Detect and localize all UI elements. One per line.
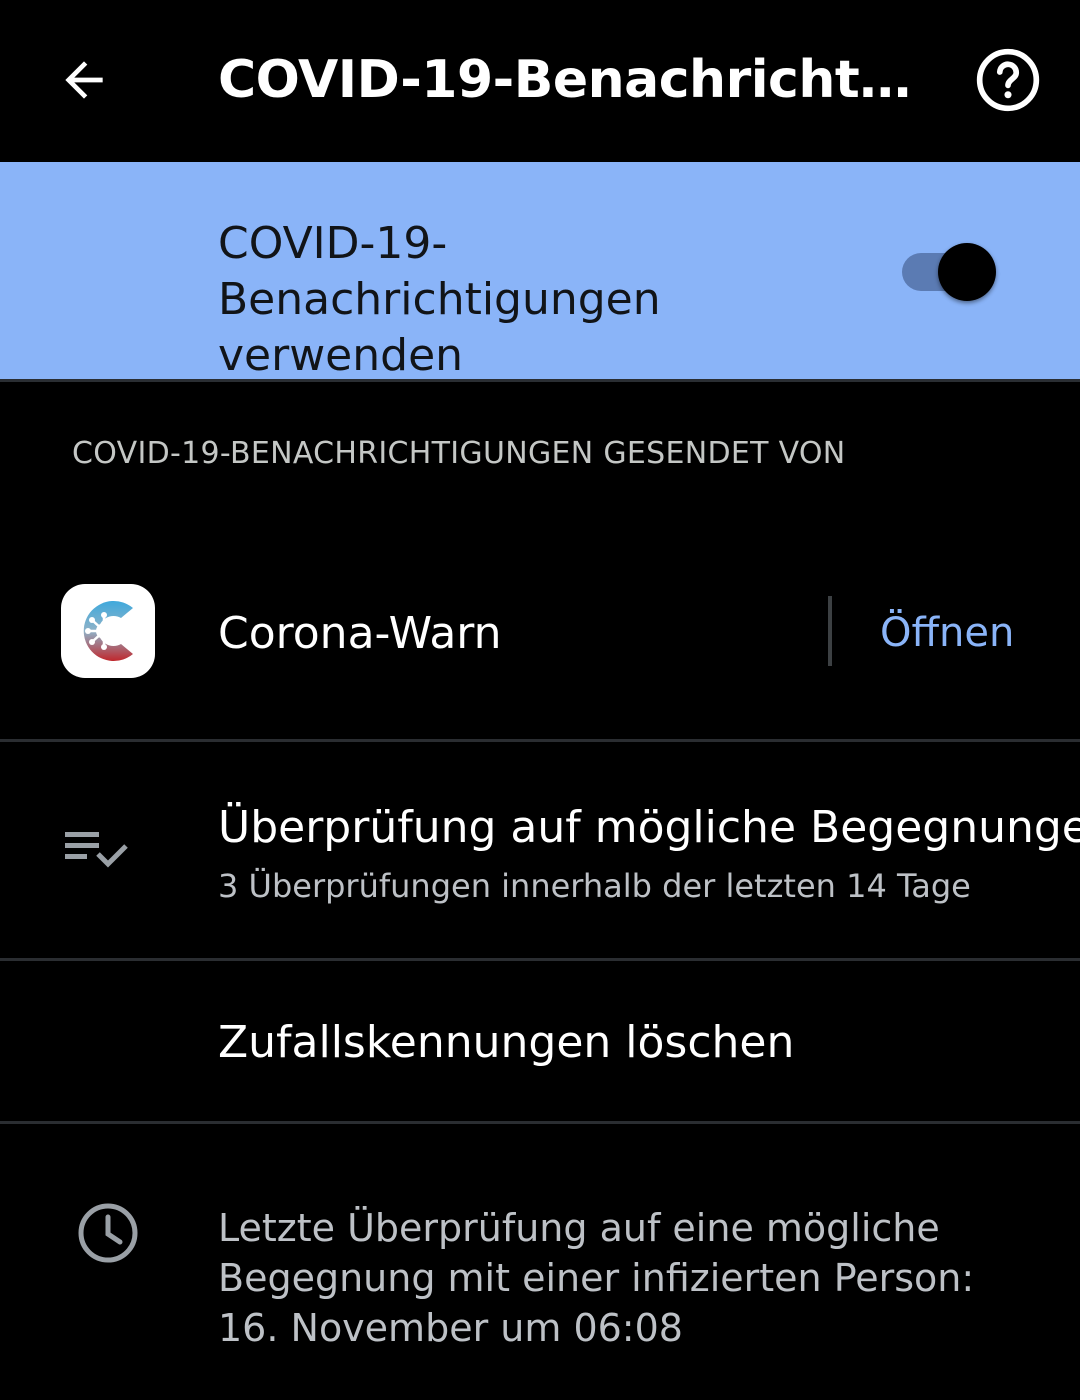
master-switch-bar[interactable]: COVID-19-Benachrichtigungen verwenden <box>0 162 1080 381</box>
page-title: COVID-19-Benachrichtigungen <box>218 50 918 110</box>
master-switch-label: COVID-19-Benachrichtigungen verwenden <box>218 218 661 381</box>
section-header: COVID-19-BENACHRICHTIGUNGEN GESENDET VON <box>72 436 846 471</box>
app-bar: COVID-19-Benachrichtigungen <box>0 0 1080 162</box>
toggle-thumb <box>938 243 996 301</box>
back-button[interactable] <box>40 36 128 124</box>
clock-icon <box>78 1203 138 1263</box>
help-button[interactable] <box>964 36 1052 124</box>
vertical-divider <box>828 596 832 666</box>
delete-random-ids-row[interactable]: Zufallskennungen löschen <box>0 961 1080 1121</box>
app-row[interactable]: Corona-Warn Öffnen <box>0 530 1080 738</box>
arrow-back-icon <box>65 61 103 99</box>
corona-warn-app-icon <box>61 584 155 678</box>
last-check-text: Letzte Überprüfung auf eine mögliche Beg… <box>218 1206 975 1350</box>
divider <box>0 1121 1080 1124</box>
open-app-button[interactable]: Öffnen <box>880 608 1014 658</box>
exposure-checks-title: Überprüfung auf mögliche Begegnungen <box>218 802 1080 853</box>
exposure-checks-subtitle: 3 Überprüfungen innerhalb der letzten 14… <box>218 867 971 905</box>
app-name: Corona-Warn <box>218 608 502 659</box>
last-check-info: Letzte Überprüfung auf eine mögliche Beg… <box>0 1125 1080 1400</box>
screen: COVID-19-Benachrichtigungen COVID-19-Ben… <box>0 0 1080 1400</box>
help-circle-icon <box>976 48 1040 112</box>
master-toggle[interactable] <box>900 240 1000 304</box>
checklist-icon <box>65 832 128 868</box>
exposure-checks-row[interactable]: Überprüfung auf mögliche Begegnungen 3 Ü… <box>0 742 1080 958</box>
divider <box>0 379 1080 382</box>
delete-random-ids-label: Zufallskennungen löschen <box>218 1017 795 1068</box>
